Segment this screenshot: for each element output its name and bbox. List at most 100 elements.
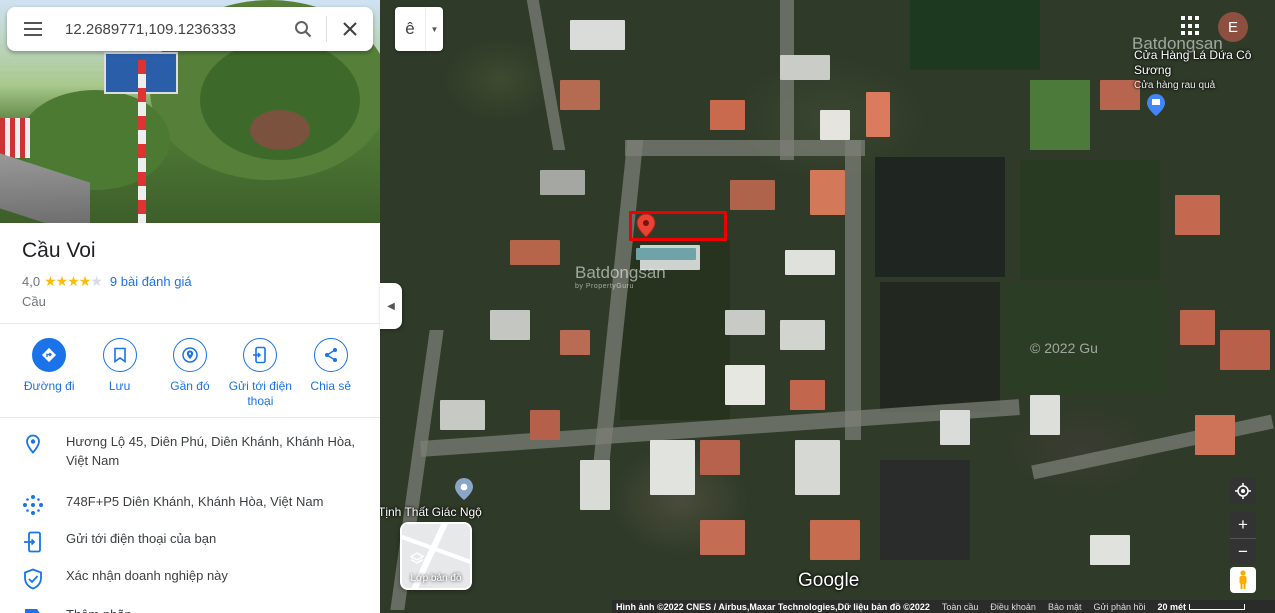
send-phone-text: Gửi tới điện thoại của bạn [66, 531, 217, 546]
poi-shop-icon[interactable] [1147, 94, 1165, 116]
poi-shop-category: Cửa hàng rau quả [1134, 80, 1216, 91]
plus-code-text: 748F+P5 Diên Khánh, Khánh Hòa, Việt Nam [66, 494, 324, 509]
address-text: Hương Lộ 45, Diên Phú, Diên Khánh, Khánh… [66, 434, 355, 468]
nearby-button[interactable]: Gần đó [157, 338, 223, 409]
claim-business-text: Xác nhận doanh nghiệp này [66, 568, 228, 583]
save-button[interactable]: Lưu [87, 338, 153, 409]
action-bar: Đường đi Lưu Gần đó Gửi tới điện thoại C… [0, 338, 380, 409]
action-label: Gửi tới điện thoại [228, 379, 292, 408]
my-location-button[interactable] [1230, 478, 1256, 504]
zoom-out-button[interactable]: − [1230, 538, 1256, 564]
footer-link-feedback[interactable]: Gửi phản hồi [1093, 602, 1145, 612]
poi-temple[interactable]: Tịnh Thất Giác Ngộ [378, 505, 482, 520]
star-filled-icon: ★ [78, 273, 92, 289]
poi-temple-name: Tịnh Thất Giác Ngộ [378, 505, 482, 519]
footer-link-terms[interactable]: Điều khoản [990, 602, 1036, 612]
divider [0, 417, 380, 418]
search-input[interactable] [59, 20, 280, 38]
chevron-left-icon: ◀ [387, 300, 395, 312]
nearby-icon [182, 347, 198, 363]
footer-link-global[interactable]: Toàn cầu [942, 602, 979, 612]
search-icon [295, 21, 312, 38]
detail-icon-wrap [20, 605, 46, 613]
add-label-text: Thêm nhãn [66, 605, 356, 613]
poi-worship-icon[interactable] [455, 478, 473, 500]
avatar[interactable]: E [1218, 12, 1248, 42]
watermark-copyright: © 2022 Gu [1030, 340, 1098, 356]
rating-row: 4,0 ★★★★★ 9 bài đánh giá [22, 273, 358, 290]
close-icon [343, 22, 357, 36]
add-label-row[interactable]: Thêm nhãn [0, 599, 380, 613]
photo-flowers [250, 110, 310, 150]
search-box [7, 7, 373, 51]
rating-stars: ★★★★★ [44, 273, 103, 290]
directions-button[interactable]: Đường đi [16, 338, 82, 409]
directions-icon [42, 347, 57, 363]
send-phone-row[interactable]: Gửi tới điện thoại của bạn [0, 525, 380, 562]
send-to-phone-button[interactable]: Gửi tới điện thoại [227, 338, 293, 409]
attribution-text: Hình ảnh ©2022 CNES / Airbus,Maxar Techn… [616, 601, 930, 612]
collapse-panel-button[interactable]: ◀ [380, 283, 402, 329]
address-row[interactable]: Hương Lộ 45, Diên Phú, Diên Khánh, Khánh… [0, 432, 380, 488]
footer-link-privacy[interactable]: Bảo mật [1048, 602, 1082, 612]
claim-business-row[interactable]: Xác nhận doanh nghiệp này [0, 562, 380, 599]
star-filled-icon: ★ [55, 273, 69, 289]
layer-toggle-main[interactable]: ê [395, 7, 425, 51]
layers-button[interactable]: Lớp bản đồ [400, 522, 472, 590]
menu-icon [24, 22, 42, 36]
action-label: Gần đó [170, 379, 210, 393]
google-logo: Google [798, 570, 860, 591]
layer-toggle[interactable]: ê ▼ [395, 7, 443, 51]
search-button[interactable] [280, 7, 326, 51]
place-title: Cầu Voi [22, 239, 96, 262]
poi-shop[interactable]: Cửa Hàng Lá Dứa Cô Sương Cửa hàng rau qu… [1134, 48, 1254, 93]
star-filled-icon: ★ [67, 273, 80, 289]
scale-label[interactable]: 20 mét [1158, 602, 1187, 612]
plus-code-row[interactable]: 748F+P5 Diên Khánh, Khánh Hòa, Việt Nam [0, 488, 380, 525]
detail-icon-wrap [20, 432, 46, 454]
clear-search-button[interactable] [327, 7, 373, 51]
label-icon [25, 609, 40, 613]
reviews-link[interactable]: 9 bài đánh giá [110, 274, 192, 289]
detail-icon-wrap [20, 492, 46, 516]
minus-icon: − [1238, 541, 1248, 561]
action-circle [102, 338, 137, 372]
details-list: Hương Lộ 45, Diên Phú, Diên Khánh, Khánh… [0, 432, 380, 613]
divider [0, 323, 380, 324]
menu-button[interactable] [7, 7, 59, 51]
star-filled-icon: ★ [44, 273, 57, 289]
layers-icon [410, 552, 424, 564]
crosshair-icon [1235, 483, 1251, 499]
plus-icon: + [1238, 515, 1248, 534]
highlight-box [629, 211, 727, 241]
photo-pole [138, 60, 146, 223]
action-circle [172, 338, 207, 372]
share-icon [324, 348, 337, 362]
send-to-phone-icon [24, 531, 41, 553]
chevron-down-icon[interactable]: ▼ [425, 7, 443, 51]
rating-value: 4,0 [22, 274, 41, 289]
photo-fence [0, 118, 30, 158]
apps-grid-icon[interactable] [1181, 16, 1201, 36]
poi-shop-name: Cửa Hàng Lá Dứa Cô Sương [1134, 48, 1252, 77]
action-circle [32, 338, 67, 372]
verified-shield-icon [24, 568, 42, 590]
watermark-brand: Batdongsan [575, 263, 666, 282]
scale-bar [1189, 603, 1246, 610]
pegman-icon [1239, 570, 1247, 589]
send-to-phone-icon [253, 346, 267, 364]
action-circle [313, 338, 348, 372]
plus-code-icon [23, 495, 43, 515]
watermark-logo: Batdongsan by PropertyGuru [575, 263, 666, 290]
street-view-pegman[interactable] [1230, 567, 1256, 593]
zoom-in-button[interactable]: + [1230, 512, 1256, 538]
action-circle [243, 338, 278, 372]
star-empty-icon: ★ [90, 273, 103, 289]
share-button[interactable]: Chia sẻ [298, 338, 364, 409]
layers-label: Lớp bản đồ [410, 573, 462, 584]
action-label: Đường đi [23, 379, 75, 393]
place-category[interactable]: Cầu [22, 294, 358, 309]
map-footer: Hình ảnh ©2022 CNES / Airbus,Maxar Techn… [612, 600, 1275, 613]
place-info: Cầu Voi 4,0 ★★★★★ 9 bài đánh giá Cầu [0, 223, 380, 309]
location-pin-icon [26, 434, 40, 454]
